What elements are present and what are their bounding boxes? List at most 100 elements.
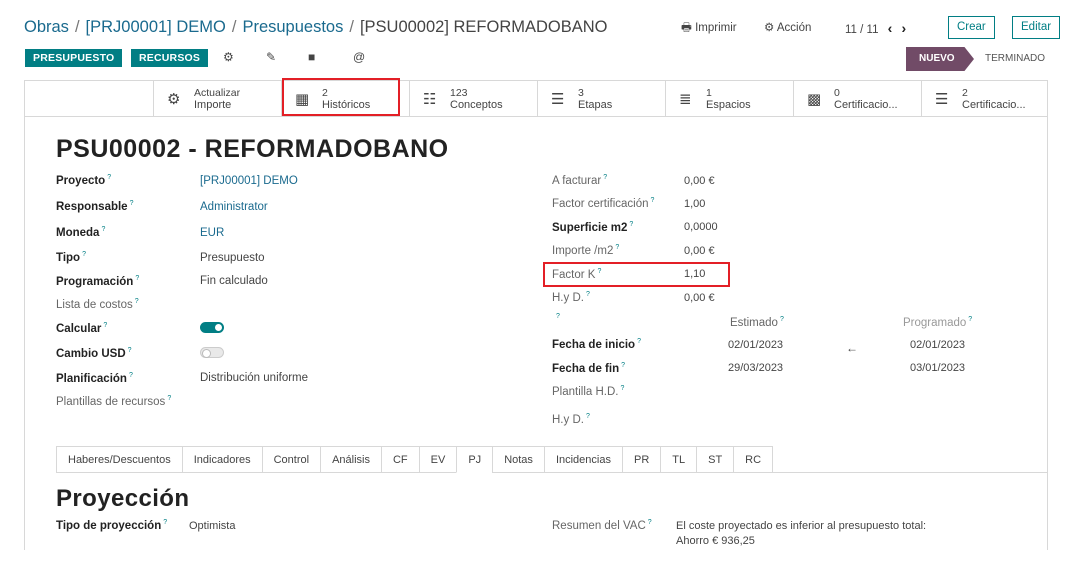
breadcrumb-presupuestos[interactable]: Presupuestos [242,18,343,36]
label-tipo: Tipo? [56,251,86,264]
vac-summary-line1: El coste proyectado es inferior al presu… [676,520,927,532]
label-factor-k: Factor K? [552,268,602,281]
pager-value[interactable]: 11 / 11 [845,24,878,36]
gear-icon: ⚙ [764,22,775,34]
gear-icon: ⚙ [167,91,181,108]
tab-analisis[interactable]: Análisis [320,446,381,473]
chevron-left-icon[interactable]: ‹ [888,20,893,36]
label-moneda: Moneda? [56,226,106,239]
tab-haberes-descuentos[interactable]: Haberes/Descuentos [56,446,182,473]
sitemap-icon: ☷ [423,91,437,108]
field-importe-m2: 0,00 € [684,245,715,257]
col-programado: Programado? [903,316,973,329]
label-fecha-fin: Fecha de fin? [552,362,626,375]
field-fecha-fin-programado[interactable]: 03/01/2023 [910,362,965,374]
tab-pr[interactable]: PR [621,446,661,473]
presupuesto-button[interactable]: PRESUPUESTO [25,49,123,67]
tab-notas[interactable]: Notas [492,446,544,473]
label-a-facturar: A facturar? [552,174,608,187]
field-fecha-inicio-estimado[interactable]: 02/01/2023 [728,339,783,351]
label-calcular: Calcular? [56,322,108,335]
action-label: Acción [776,22,812,34]
field-factor-certificacion[interactable]: 1,00 [684,198,705,210]
print-label: Imprimir [695,22,737,34]
record-title: PSU00002 - REFORMADOBANO [56,135,449,163]
stat-actualizar-importe[interactable]: ⚙ Actualizar Importe [153,80,281,117]
tab-rc[interactable]: RC [733,446,774,473]
stat-etapas[interactable]: ☰ 3 Etapas [537,80,665,117]
label-tipo-proyeccion: Tipo de proyección? [56,519,168,532]
field-moneda[interactable]: EUR [200,227,224,239]
button-box: ⚙ Actualizar Importe ▦ 2 Históricos ☷ 12… [24,80,1048,117]
note-icon[interactable]: ■ [308,50,315,64]
stat-espacios[interactable]: ≣ 1 Espacios [665,80,793,117]
create-button[interactable]: Crear [948,16,995,39]
control-panel: Obras / [PRJ00001] DEMO / Presupuestos / [PSU0… [0,0,1082,74]
label-plantilla-hd: Plantilla H.D.? [552,385,625,398]
field-superficie-m2[interactable]: 0,0000 [684,221,718,233]
label-hyd-2: H.y D.? [552,413,590,426]
status-nuevo[interactable]: NUEVO [906,47,974,71]
field-factor-k[interactable]: 1,10 [684,268,705,280]
grid-icon: ▩ [807,91,822,108]
vac-summary-line2: Ahorro € 936,25 [676,535,755,547]
section-title: Proyección [56,485,190,512]
dates-help-icon: ? [556,313,560,320]
list-icon: ☰ [551,91,565,108]
breadcrumb-obras[interactable]: Obras [24,18,69,36]
field-tipo[interactable]: Presupuesto [200,252,265,264]
server-icon: ≣ [679,91,692,108]
label-fecha-inicio: Fecha de inicio? [552,338,641,351]
tab-pj[interactable]: PJ [456,446,493,473]
tab-incidencias[interactable]: Incidencias [543,446,622,473]
stat-conceptos[interactable]: ☷ 123 Conceptos [409,80,537,117]
breadcrumb: Obras / [PRJ00001] DEMO / Presupuestos / [PSU0… [24,18,608,36]
label-factor-certificacion: Factor certificación? [552,197,655,210]
field-hyd: 0,00 € [684,292,715,304]
pager: 11 / 11 ‹ › [845,20,906,36]
label-cambio-usd: Cambio USD? [56,347,132,360]
label-resumen-vac: Resumen del VAC? [552,519,652,532]
col-estimado: Estimado? [730,316,784,329]
pencil-icon[interactable]: ✎ [266,50,276,64]
field-responsable[interactable]: Administrator [200,201,268,213]
field-proyecto[interactable]: [PRJ00001] DEMO [200,175,298,187]
field-fecha-inicio-programado[interactable]: 02/01/2023 [910,339,965,351]
tab-ev[interactable]: EV [418,446,457,473]
label-plantillas-recursos: Plantillas de recursos? [56,395,172,408]
field-programacion[interactable]: Fin calculado [200,275,268,287]
label-importe-m2: Importe /m2? [552,244,620,257]
print-menu[interactable]: 🖶 Imprimir [681,20,737,39]
stat-certificaciones-1[interactable]: ▩ 0 Certificacio... [793,80,921,117]
tab-control[interactable]: Control [261,446,321,473]
chevron-right-icon[interactable]: › [902,20,907,36]
label-lista-costos: Lista de costos? [56,298,139,311]
tab-tl[interactable]: TL [660,446,697,473]
gear-icon[interactable]: ⚙ [223,50,234,64]
arrow-left-icon[interactable]: ← [846,341,858,355]
highlight-historicos [282,78,400,116]
calcular-toggle[interactable] [200,322,224,333]
action-menu[interactable]: ⚙ Acción [764,20,811,34]
edit-button[interactable]: Editar [1012,16,1061,39]
label-planificacion: Planificación? [56,372,133,385]
field-tipo-proyeccion[interactable]: Optimista [189,520,235,532]
tab-cf[interactable]: CF [380,446,419,473]
field-a-facturar: 0,00 € [684,175,715,187]
recursos-button[interactable]: RECURSOS [131,49,209,67]
label-programacion: Programación? [56,275,140,288]
notebook-tabs: Haberes/Descuentos Indicadores Control A… [56,446,774,473]
field-fecha-fin-estimado[interactable]: 29/03/2023 [728,362,783,374]
breadcrumb-project[interactable]: [PRJ00001] DEMO [86,18,226,36]
label-hyd: H.y D.? [552,291,590,304]
cambio-usd-toggle[interactable] [200,347,224,358]
label-responsable: Responsable? [56,200,134,213]
at-icon[interactable]: @ [353,50,365,64]
tab-st[interactable]: ST [696,446,734,473]
field-planificacion[interactable]: Distribución uniforme [200,372,308,384]
tab-indicadores[interactable]: Indicadores [181,446,262,473]
stat-certificaciones-2[interactable]: ☰ 2 Certificacio... [921,80,1048,117]
status-terminado[interactable]: TERMINADO [985,53,1045,64]
breadcrumb-current: [PSU00002] REFORMADOBANO [359,18,608,36]
label-superficie-m2: Superficie m2? [552,221,634,234]
